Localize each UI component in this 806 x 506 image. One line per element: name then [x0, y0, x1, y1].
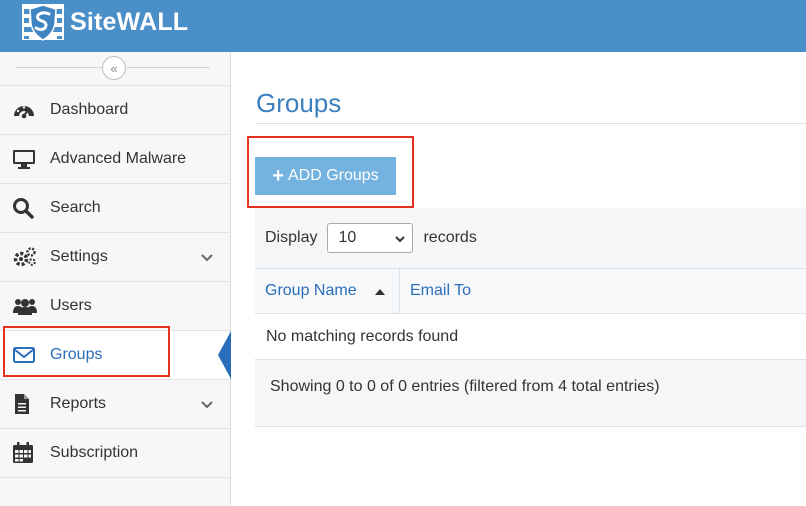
sidebar-item-users[interactable]: Users	[0, 282, 230, 331]
chevron-down-icon	[200, 250, 214, 268]
page-title: Groups	[256, 88, 342, 118]
top-header: SiteWALL	[0, 0, 806, 52]
gears-icon	[12, 246, 38, 268]
records-label: records	[423, 229, 477, 246]
column-header-email-to[interactable]: Email To	[400, 269, 806, 313]
envelope-icon	[12, 344, 38, 366]
page-size-select[interactable]: 10	[327, 223, 414, 253]
logo[interactable]: SiteWALL	[20, 0, 188, 44]
sidebar-nav: Dashboard Advanced Malware Search Settin…	[0, 85, 231, 478]
sidebar-collapse-button[interactable]: «	[102, 56, 126, 80]
sidebar-item-label: Advanced Malware	[50, 150, 187, 167]
sidebar-collapse-row: «	[0, 52, 230, 85]
table-empty-row: No matching records found	[255, 314, 806, 360]
calendar-icon	[12, 442, 38, 464]
sidebar-item-label: Reports	[50, 395, 107, 412]
sidebar: « Dashboard Advanced Malware Search Sett…	[0, 52, 231, 506]
brand-name: SiteWALL	[70, 7, 189, 36]
sort-ascending-icon	[375, 289, 385, 295]
search-icon	[12, 197, 38, 219]
sidebar-item-groups[interactable]: Groups	[0, 331, 231, 380]
plus-icon: +	[272, 165, 284, 187]
add-groups-label: ADD Groups	[287, 167, 379, 184]
groups-table-panel: Display 10 records Group Name Email To N…	[255, 208, 806, 427]
double-chevron-left-icon: «	[110, 60, 118, 76]
monitor-icon	[12, 148, 38, 170]
sidebar-item-subscription[interactable]: Subscription	[0, 429, 230, 478]
table-info: Showing 0 to 0 of 0 entries (filtered fr…	[270, 378, 660, 395]
add-groups-button[interactable]: + ADD Groups	[255, 157, 396, 195]
sidebar-item-settings[interactable]: Settings	[0, 233, 230, 282]
file-icon	[12, 393, 38, 415]
sidebar-item-label: Subscription	[50, 444, 139, 461]
column-header-label: Group Name	[265, 282, 357, 299]
page-size-value: 10	[338, 229, 357, 246]
sidebar-item-dashboard[interactable]: Dashboard	[0, 86, 230, 135]
sidebar-item-label: Search	[50, 199, 101, 216]
dashboard-icon	[12, 99, 38, 121]
sidebar-item-label: Settings	[50, 248, 108, 265]
divider	[256, 123, 806, 124]
sidebar-item-reports[interactable]: Reports	[0, 380, 230, 429]
chevron-down-icon	[394, 232, 406, 250]
column-header-group-name[interactable]: Group Name	[255, 269, 400, 313]
sidebar-item-search[interactable]: Search	[0, 184, 230, 233]
active-indicator	[218, 331, 231, 379]
sidebar-item-label: Dashboard	[50, 101, 129, 118]
table-header: Group Name Email To	[255, 268, 806, 314]
sidebar-item-advanced-malware[interactable]: Advanced Malware	[0, 135, 230, 184]
main-content: Groups + ADD Groups Display 10 records G…	[231, 52, 806, 506]
chevron-down-icon	[200, 397, 214, 415]
users-icon	[12, 295, 38, 317]
sitewall-shield-icon	[20, 0, 66, 44]
empty-message: No matching records found	[266, 327, 459, 345]
sidebar-item-label: Groups	[50, 346, 103, 363]
page-size-control: Display 10 records	[265, 223, 477, 253]
sidebar-item-label: Users	[50, 297, 92, 314]
column-header-label: Email To	[410, 282, 472, 299]
display-label: Display	[265, 229, 318, 246]
